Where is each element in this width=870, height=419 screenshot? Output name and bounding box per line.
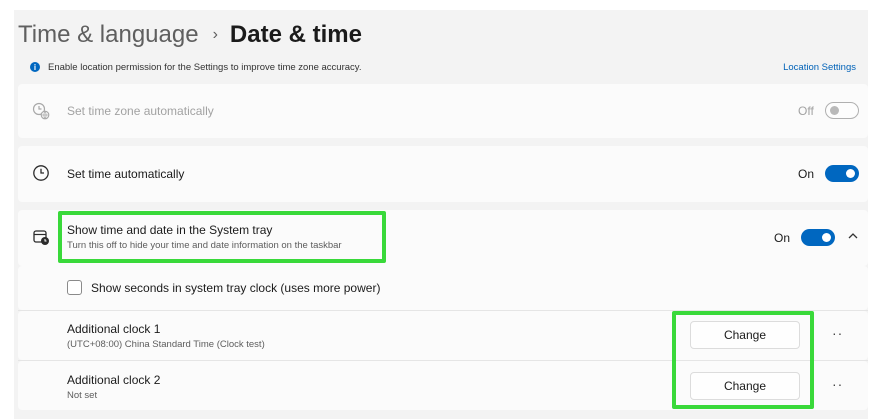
clock1-label: Additional clock 1 <box>67 322 161 336</box>
chevron-up-icon[interactable] <box>846 229 860 243</box>
breadcrumb-separator-icon: › <box>212 26 218 43</box>
clock2-more-icon[interactable]: ·· <box>832 376 843 392</box>
time-auto-state: On <box>798 167 815 181</box>
timezone-auto-row: Set time zone automatically Off <box>18 84 868 138</box>
system-tray-state: On <box>774 231 791 245</box>
breadcrumb-parent[interactable]: Time & language <box>18 21 199 49</box>
time-auto-toggle[interactable] <box>825 165 859 182</box>
info-bar: i Enable location permission for the Set… <box>14 56 868 78</box>
page-title: Date & time <box>229 21 362 48</box>
system-tray-toggle[interactable] <box>801 229 835 246</box>
timezone-auto-toggle[interactable] <box>825 102 859 119</box>
show-seconds-label: Show seconds in system tray clock (uses … <box>91 281 381 295</box>
show-seconds-checkbox[interactable] <box>67 280 82 295</box>
time-auto-row: Set time automatically On <box>18 146 868 202</box>
change-buttons-highlight <box>672 311 814 409</box>
info-icon: i <box>30 62 40 72</box>
info-message: Enable location permission for the Setti… <box>48 61 362 73</box>
location-settings-link[interactable]: Location Settings <box>783 62 856 73</box>
time-auto-label: Set time automatically <box>67 167 185 181</box>
timezone-auto-label: Set time zone automatically <box>67 104 214 118</box>
globe-clock-icon <box>32 102 50 120</box>
clock-icon <box>32 164 50 182</box>
clock1-more-icon[interactable]: ·· <box>832 325 843 341</box>
show-seconds-row: Show seconds in system tray clock (uses … <box>18 266 868 310</box>
calendar-clock-icon <box>32 228 50 246</box>
clock2-label: Additional clock 2 <box>67 373 161 387</box>
timezone-auto-state: Off <box>798 104 814 118</box>
clock2-detail: Not set <box>67 390 98 401</box>
system-tray-highlight <box>58 211 386 263</box>
breadcrumb: Time & language › Date & time <box>18 18 362 52</box>
clock1-detail: (UTC+08:00) China Standard Time (Clock t… <box>67 339 265 350</box>
